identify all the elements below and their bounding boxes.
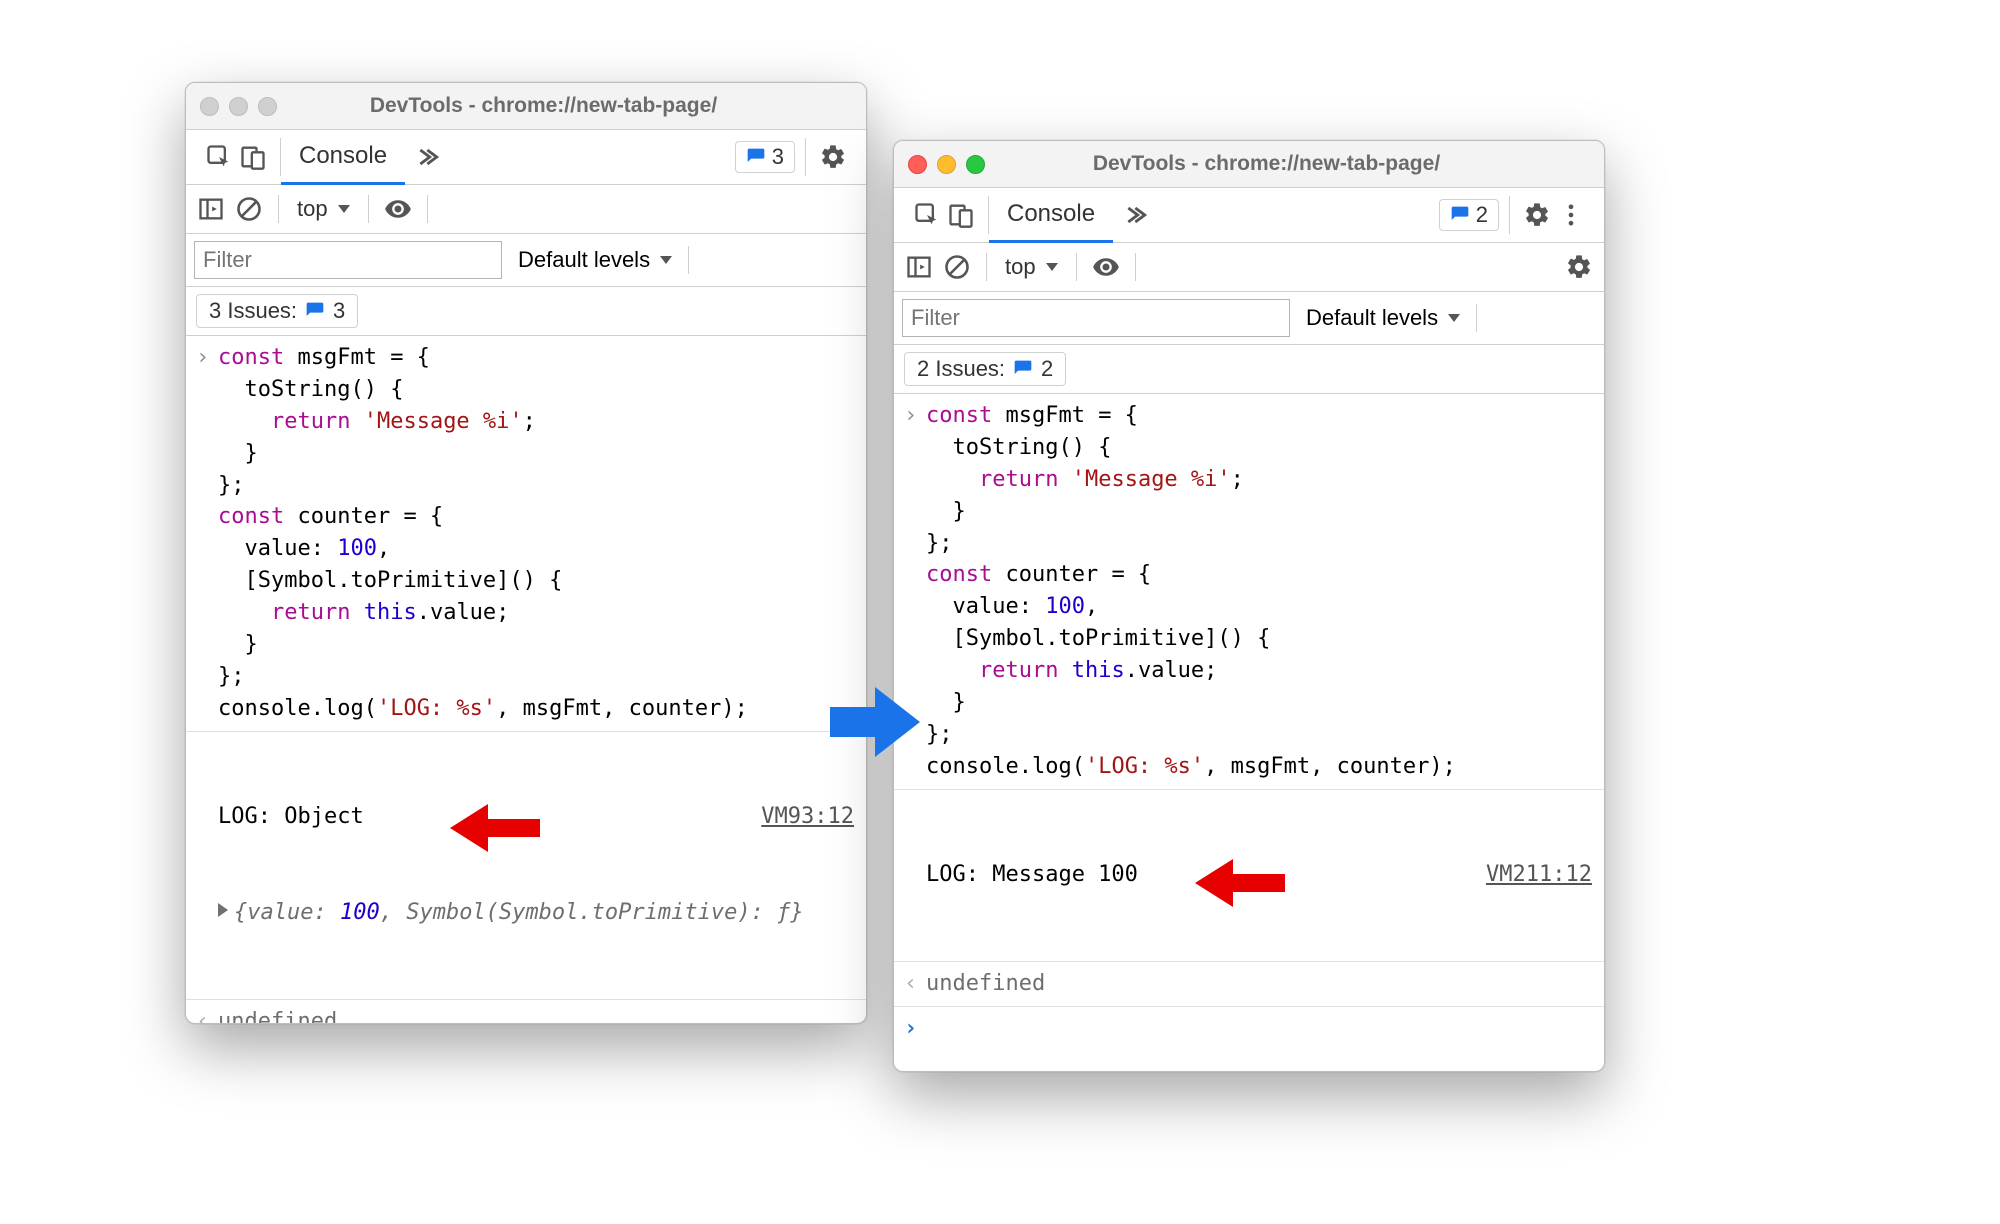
log-levels-select[interactable]: Default levels (1300, 305, 1466, 331)
settings-gear-icon[interactable] (1520, 198, 1554, 232)
traffic-minimize[interactable] (937, 155, 956, 174)
window-title: DevTools - chrome://new-tab-page/ (295, 94, 852, 118)
transition-arrow-icon (830, 682, 920, 762)
issues-badge[interactable]: 2 (1439, 199, 1499, 231)
context-selector[interactable]: top (999, 254, 1064, 280)
settings-gear-icon[interactable] (1562, 250, 1596, 284)
inspect-element-icon[interactable] (202, 140, 236, 174)
console-log-area: › const msgFmt = { toString() { return '… (186, 336, 866, 1023)
object-preview[interactable]: {value: 100, Symbol(Symbol.toPrimitive):… (218, 897, 854, 929)
tab-console[interactable]: Console (989, 188, 1113, 243)
source-link[interactable]: VM211:12 (1486, 859, 1592, 891)
clear-console-icon[interactable] (232, 192, 266, 226)
console-sub-toolbar: top (894, 243, 1604, 292)
traffic-close[interactable] (908, 155, 927, 174)
device-toggle-icon[interactable] (944, 198, 978, 232)
issues-pill[interactable]: 2 Issues: 2 (904, 352, 1066, 386)
device-toggle-icon[interactable] (236, 140, 270, 174)
toggle-sidebar-icon[interactable] (902, 250, 936, 284)
live-expression-icon[interactable] (1089, 250, 1123, 284)
undefined-output: undefined (218, 1006, 854, 1023)
traffic-close[interactable] (200, 97, 219, 116)
issues-bar: 2 Issues: 2 (894, 345, 1604, 394)
kebab-menu-icon[interactable] (1554, 198, 1588, 232)
live-expression-icon[interactable] (381, 192, 415, 226)
issues-pill[interactable]: 3 Issues: 3 (196, 294, 358, 328)
log-levels-select[interactable]: Default levels (512, 247, 678, 273)
issues-badge-count: 3 (772, 144, 784, 170)
titlebar: DevTools - chrome://new-tab-page/ (186, 83, 866, 130)
console-input-row: › const msgFmt = { toString() { return '… (186, 336, 866, 732)
traffic-lights[interactable] (908, 155, 985, 174)
inspect-element-icon[interactable] (910, 198, 944, 232)
filter-bar: Default levels (186, 234, 866, 287)
expand-triangle-icon[interactable] (218, 903, 228, 917)
main-toolbar: Console 3 (186, 130, 866, 185)
settings-gear-icon[interactable] (816, 140, 850, 174)
console-log-area: › const msgFmt = { toString() { return '… (894, 394, 1604, 1071)
context-selector[interactable]: top (291, 196, 356, 222)
callout-arrow-right-icon (1195, 855, 1285, 911)
return-chevron-icon: ‹ (904, 968, 926, 1000)
traffic-minimize[interactable] (229, 97, 248, 116)
titlebar: DevTools - chrome://new-tab-page/ (894, 141, 1604, 188)
console-code[interactable]: const msgFmt = { toString() { return 'Me… (218, 342, 854, 725)
issues-badge[interactable]: 3 (735, 141, 795, 173)
console-output-row: LOG: Object VM93:12 {value: 100, Symbol(… (186, 732, 866, 1000)
return-chevron-icon: ‹ (196, 1006, 218, 1023)
tab-console[interactable]: Console (281, 130, 405, 185)
more-tabs-icon[interactable] (1123, 198, 1157, 232)
main-toolbar: Console 2 (894, 188, 1604, 243)
filter-input[interactable] (194, 241, 502, 279)
toggle-sidebar-icon[interactable] (194, 192, 228, 226)
traffic-zoom[interactable] (258, 97, 277, 116)
devtools-window-left: DevTools - chrome://new-tab-page/ Consol… (185, 82, 867, 1024)
prompt-chevron-icon: › (904, 1013, 926, 1045)
source-link[interactable]: VM93:12 (761, 801, 854, 833)
console-sub-toolbar: top (186, 185, 866, 234)
input-chevron-icon: › (196, 342, 218, 725)
window-title: DevTools - chrome://new-tab-page/ (1003, 152, 1590, 176)
console-input-row: › const msgFmt = { toString() { return '… (894, 394, 1604, 790)
traffic-lights[interactable] (200, 97, 277, 116)
undefined-output: undefined (926, 968, 1592, 1000)
filter-bar: Default levels (894, 292, 1604, 345)
console-return-row: ‹ undefined (894, 962, 1604, 1007)
console-return-row: ‹ undefined (186, 1000, 866, 1023)
more-tabs-icon[interactable] (415, 140, 449, 174)
traffic-zoom[interactable] (966, 155, 985, 174)
devtools-window-right: DevTools - chrome://new-tab-page/ Consol… (893, 140, 1605, 1072)
console-prompt-row[interactable]: › (894, 1007, 1604, 1051)
clear-console-icon[interactable] (940, 250, 974, 284)
issues-bar: 3 Issues: 3 (186, 287, 866, 336)
filter-input[interactable] (902, 299, 1290, 337)
callout-arrow-left-icon (450, 800, 540, 856)
console-code[interactable]: const msgFmt = { toString() { return 'Me… (926, 400, 1592, 783)
